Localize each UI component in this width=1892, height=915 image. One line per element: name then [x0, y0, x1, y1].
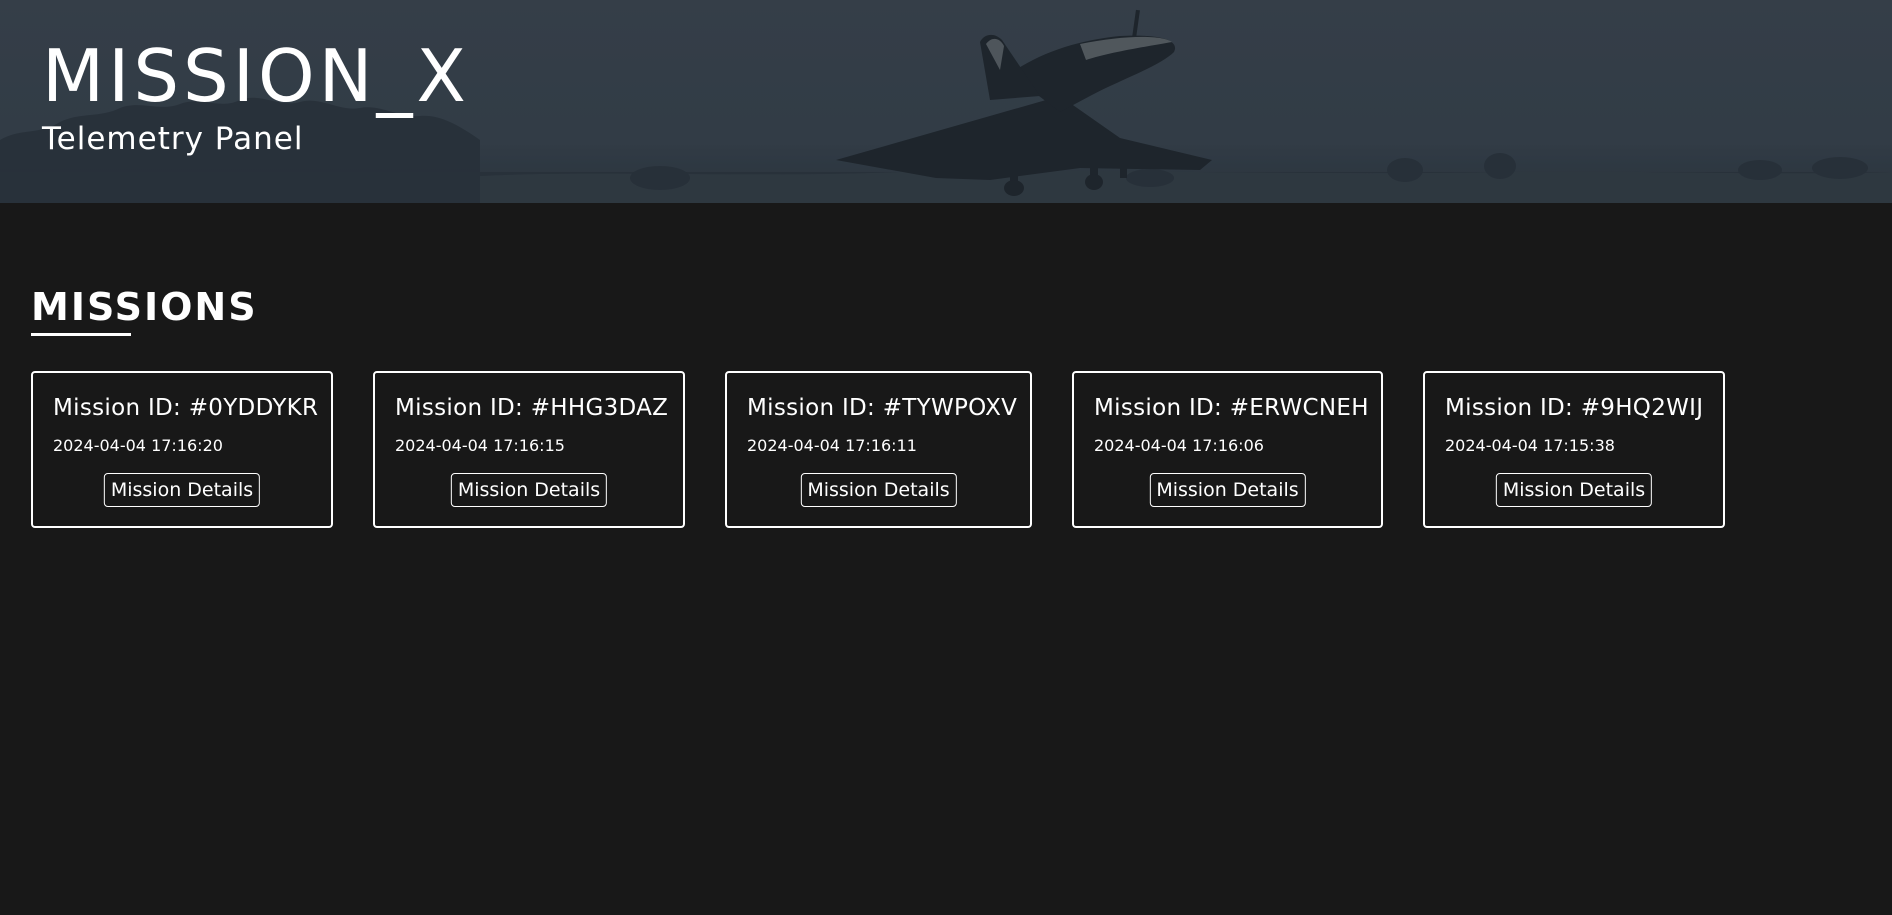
mission-timestamp: 2024-04-04 17:16:06 — [1094, 436, 1264, 455]
mission-id: Mission ID: #TYWPOXV — [747, 395, 1018, 421]
app-subtitle: Telemetry Panel — [42, 121, 304, 157]
section-title: MISSIONS — [31, 285, 258, 329]
mission-timestamp: 2024-04-04 17:15:38 — [1445, 436, 1615, 455]
mission-details-button[interactable]: Mission Details — [800, 473, 957, 507]
mission-id: Mission ID: #9HQ2WIJ — [1445, 395, 1704, 421]
mission-details-button[interactable]: Mission Details — [1149, 473, 1306, 507]
mission-timestamp: 2024-04-04 17:16:20 — [53, 436, 223, 455]
mission-card: Mission ID: #0YDDYKR 2024-04-04 17:16:20… — [31, 371, 333, 528]
mission-details-button[interactable]: Mission Details — [103, 473, 261, 507]
hero-banner: MISSION_X Telemetry Panel — [0, 0, 1892, 203]
mission-card: Mission ID: #HHG3DAZ 2024-04-04 17:16:15… — [373, 371, 685, 528]
mission-card: Mission ID: #ERWCNEH 2024-04-04 17:16:06… — [1072, 371, 1383, 528]
mission-card: Mission ID: #9HQ2WIJ 2024-04-04 17:15:38… — [1423, 371, 1725, 528]
mission-details-button[interactable]: Mission Details — [450, 473, 608, 507]
app-title: MISSION_X — [42, 34, 470, 118]
section-title-underline — [31, 333, 131, 336]
hero-text: MISSION_X Telemetry Panel — [42, 40, 470, 155]
mission-timestamp: 2024-04-04 17:16:15 — [395, 436, 565, 455]
mission-id: Mission ID: #0YDDYKR — [53, 395, 319, 421]
mission-timestamp: 2024-04-04 17:16:11 — [747, 436, 917, 455]
mission-details-button[interactable]: Mission Details — [1495, 473, 1653, 507]
mission-id: Mission ID: #ERWCNEH — [1094, 395, 1369, 421]
mission-card: Mission ID: #TYWPOXV 2024-04-04 17:16:11… — [725, 371, 1032, 528]
mission-id: Mission ID: #HHG3DAZ — [395, 395, 669, 421]
